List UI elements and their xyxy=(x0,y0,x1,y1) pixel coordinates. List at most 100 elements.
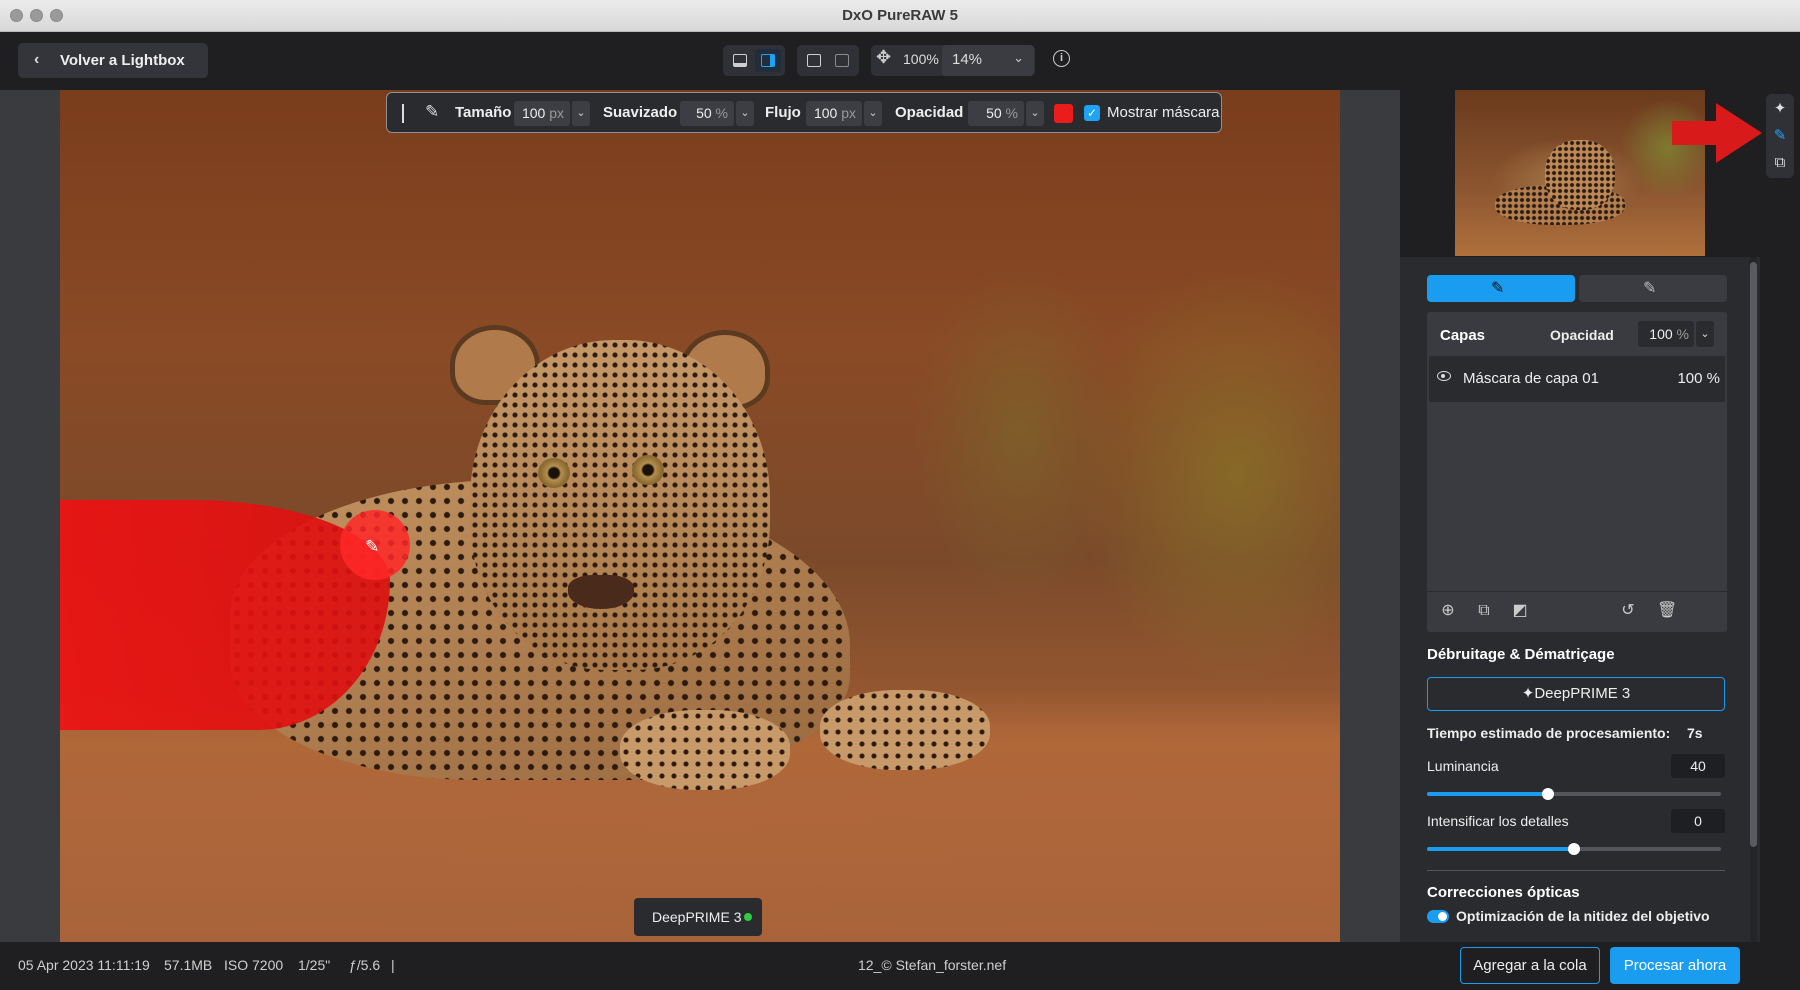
zoom-100-button[interactable]: 100% xyxy=(903,51,939,67)
details-slider-knob[interactable] xyxy=(1568,843,1580,855)
leopard-eye-right xyxy=(632,455,664,485)
mask-color-swatch[interactable] xyxy=(1054,104,1073,123)
luminance-slider[interactable] xyxy=(1427,788,1721,800)
opacity-input[interactable]: 50 % xyxy=(968,101,1024,126)
thumbnail-leopard-head xyxy=(1545,140,1615,210)
view-mode-toggle xyxy=(797,45,859,76)
denoise-section-title: Débruitage & Dématriçage xyxy=(1427,646,1615,663)
local-adjustment-brush-icon[interactable]: ✎ xyxy=(1770,126,1790,146)
method-badge-label: DeepPRIME 3 xyxy=(652,909,742,925)
luminance-slider-fill xyxy=(1427,792,1548,796)
eye-icon[interactable] xyxy=(1437,371,1451,381)
zoom-select[interactable]: 14% ⌄ xyxy=(942,45,1034,76)
add-layer-icon[interactable]: ⊕ xyxy=(1439,602,1457,620)
luminance-input[interactable]: 40 xyxy=(1671,754,1725,778)
window-title: DxO PureRAW 5 xyxy=(842,7,958,24)
compare-view-button[interactable] xyxy=(829,49,855,72)
single-view-button[interactable] xyxy=(801,49,827,72)
method-badge: DeepPRIME 3 xyxy=(634,898,762,936)
flow-value: 100 xyxy=(813,105,838,121)
estimate-label: Tiempo estimado de procesamiento: xyxy=(1427,725,1671,741)
compare-view-icon xyxy=(835,54,849,67)
invert-mask-icon[interactable]: ◩ xyxy=(1511,602,1529,620)
aperture-value: ƒ/5.6 xyxy=(349,957,381,973)
details-input[interactable]: 0 xyxy=(1671,809,1725,833)
feather-dropdown[interactable]: ⌄ xyxy=(736,101,754,126)
reset-icon[interactable]: ↺ xyxy=(1619,602,1637,620)
details-label: Intensificar los detalles xyxy=(1427,813,1569,829)
sparkle-icon[interactable]: ✦ xyxy=(1770,99,1790,119)
title-bar: DxO PureRAW 5 xyxy=(0,0,1800,32)
tab-brush[interactable]: ✎ xyxy=(1427,275,1575,302)
side-panel-icon xyxy=(761,54,775,67)
annotation-arrow-shape xyxy=(1672,103,1762,163)
navigator-thumbnail[interactable] xyxy=(1455,90,1705,256)
status-dot xyxy=(744,913,752,921)
layers-opacity-input[interactable]: 100 % xyxy=(1638,321,1694,347)
luminance-slider-knob[interactable] xyxy=(1541,788,1554,800)
luminance-label: Luminancia xyxy=(1427,758,1499,774)
back-to-lightbox-button[interactable]: ‹ Volver a Lightbox xyxy=(18,43,208,78)
chevron-down-icon: ⌄ xyxy=(1013,50,1024,65)
shutter-speed: 1/25" xyxy=(298,957,331,973)
opacity-dropdown[interactable]: ⌄ xyxy=(1026,101,1044,126)
single-view-icon xyxy=(807,54,821,67)
flow-dropdown[interactable]: ⌄ xyxy=(864,101,882,126)
layers-opacity-unit: % xyxy=(1676,326,1689,342)
layers-opacity-label: Opacidad xyxy=(1550,327,1614,343)
layers-panel: Capas Opacidad 100 % ⌄ Máscara de capa 0… xyxy=(1427,312,1727,632)
size-input[interactable]: 100 px xyxy=(514,101,570,126)
back-button-label: Volver a Lightbox xyxy=(60,52,185,69)
size-unit: px xyxy=(549,105,564,121)
size-dropdown[interactable]: ⌄ xyxy=(572,101,590,126)
status-bar: 05 Apr 2023 11:11:19 57.1MB ISO 7200 1/2… xyxy=(0,942,1800,990)
leopard-paw-left xyxy=(620,710,790,790)
zoom-value: 14% xyxy=(952,51,983,68)
side-panel-layout-button[interactable] xyxy=(755,49,781,72)
opacity-label: Opacidad xyxy=(895,104,964,121)
size-value: 100 xyxy=(521,105,546,121)
panel-scrollbar-thumb[interactable] xyxy=(1750,262,1757,847)
show-mask-checkbox[interactable]: ✓ xyxy=(1084,105,1100,121)
show-mask-label: Mostrar máscara xyxy=(1107,104,1220,121)
sharpness-toggle[interactable] xyxy=(1427,910,1449,923)
layer-name: Máscara de capa 01 xyxy=(1463,370,1599,387)
bar-grip[interactable] xyxy=(402,104,404,123)
estimate-value: 7s xyxy=(1687,725,1703,741)
top-toolbar: ‹ Volver a Lightbox ✥ 100% 14% ⌄ i xyxy=(0,32,1800,90)
filmstrip-layout-button[interactable] xyxy=(727,49,753,72)
section-divider xyxy=(1427,870,1725,871)
chevron-left-icon: ‹ xyxy=(34,51,40,68)
pan-move-icon[interactable]: ✥ xyxy=(876,47,891,68)
add-to-queue-button[interactable]: Agregar a la cola xyxy=(1460,947,1600,984)
leopard-nose xyxy=(568,575,634,609)
tool-strip-group: ✦ ✎ ⧉ xyxy=(1766,94,1794,178)
brush-cursor-icon: ✎ xyxy=(365,537,380,556)
layers-opacity-value: 100 xyxy=(1649,326,1673,342)
flow-label: Flujo xyxy=(765,104,801,121)
duplicate-layer-icon[interactable]: ⧉ xyxy=(1475,602,1493,620)
opacity-value: 50 xyxy=(986,105,1002,121)
delete-layer-icon[interactable]: 🗑 xyxy=(1657,602,1677,620)
panel-layout-toggle xyxy=(723,45,785,76)
brush-icon: ✎ xyxy=(1491,280,1505,297)
image-canvas[interactable]: ✎ DeepPRIME 3 xyxy=(0,90,1400,942)
feather-value: 50 xyxy=(696,105,712,121)
annotation-arrow xyxy=(1672,103,1762,163)
photo-preview[interactable]: ✎ xyxy=(60,90,1340,942)
info-icon[interactable]: i xyxy=(1053,50,1070,67)
export-image-icon[interactable]: ⧉ xyxy=(1770,153,1790,173)
details-slider[interactable] xyxy=(1427,843,1721,855)
feather-input[interactable]: 50 % xyxy=(680,101,734,126)
layer-row[interactable]: Máscara de capa 01 100 % xyxy=(1429,356,1725,402)
flow-input[interactable]: 100 px xyxy=(806,101,862,126)
leopard-eye-left xyxy=(538,458,570,488)
flow-unit: px xyxy=(841,105,856,121)
layers-opacity-dropdown[interactable]: ⌄ xyxy=(1696,321,1714,347)
process-now-button[interactable]: Procesar ahora xyxy=(1610,947,1740,984)
deepprime-method-button[interactable]: ✦DeepPRIME 3 xyxy=(1427,677,1725,711)
leopard-paw-right xyxy=(820,690,990,770)
brush-settings-bar: ✎ Tamaño 100 px ⌄ Suavizado 50 % ⌄ Flujo… xyxy=(386,92,1222,133)
tab-erase-brush[interactable]: ✎ xyxy=(1579,275,1727,302)
eraser-brush-icon: ✎ xyxy=(1643,280,1657,297)
